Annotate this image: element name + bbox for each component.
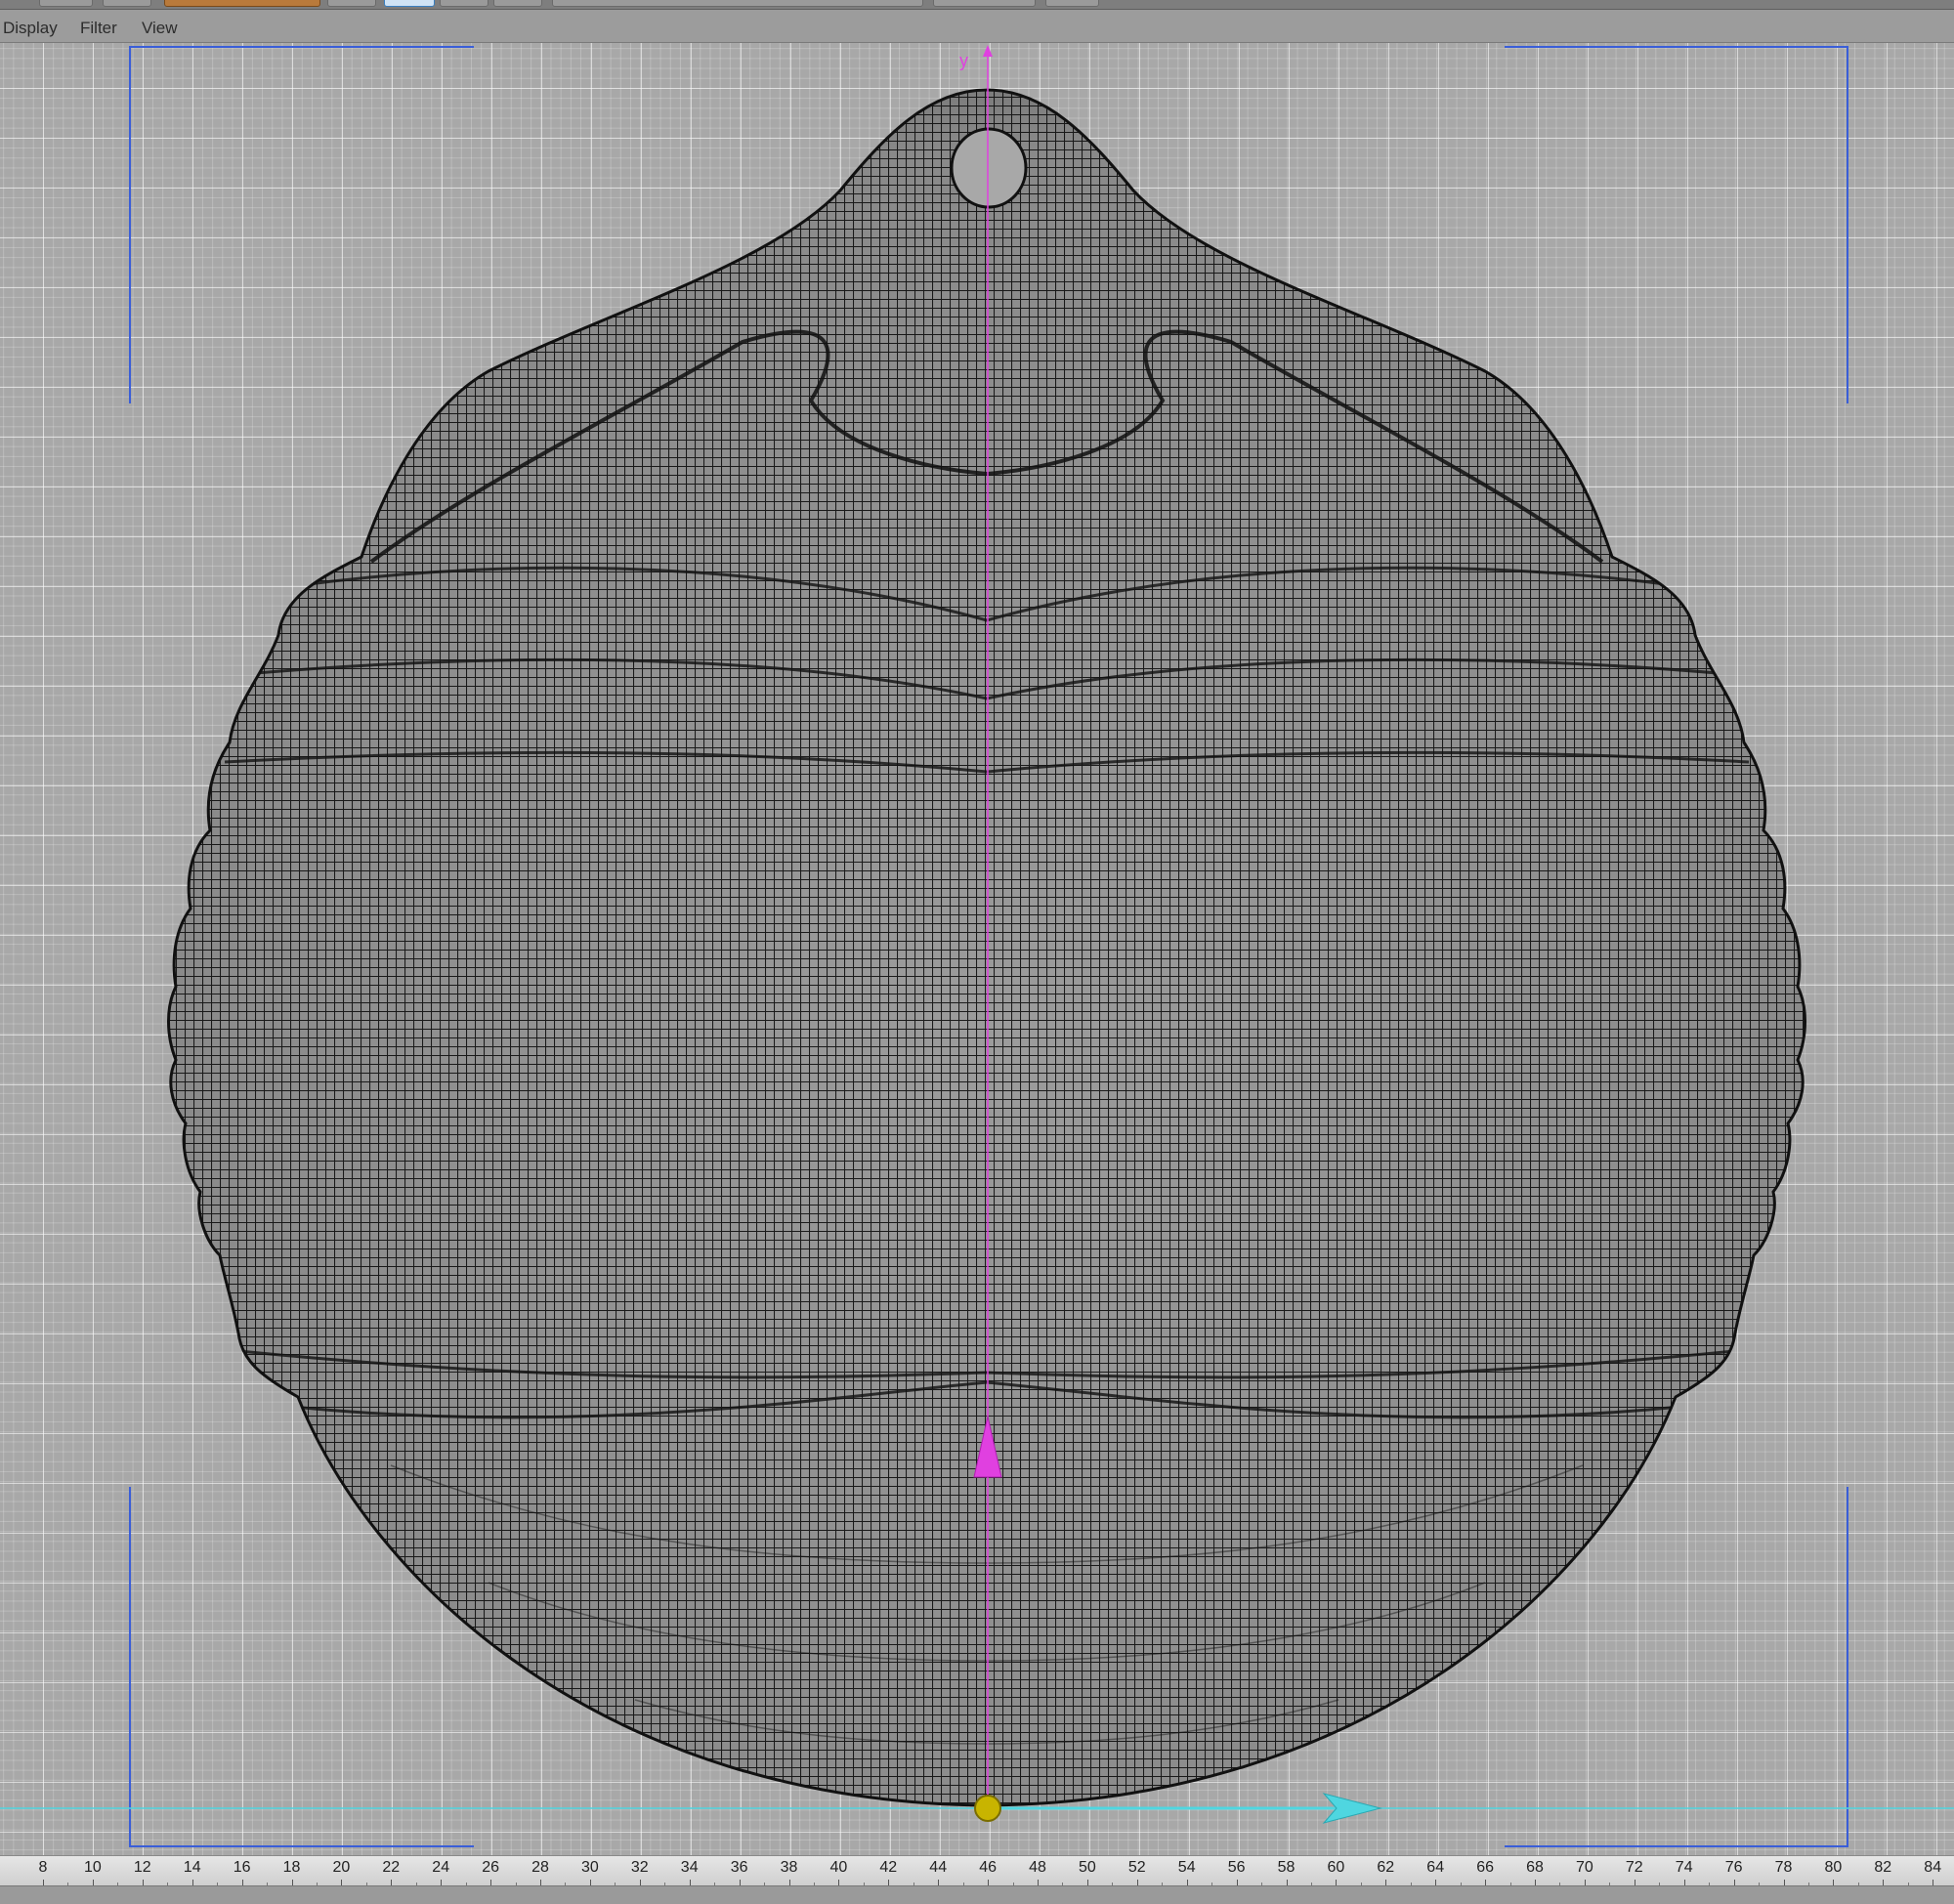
toolbar-button[interactable] [103, 0, 151, 7]
ruler-label: 54 [1177, 1859, 1196, 1876]
ruler-label: 8 [38, 1859, 48, 1876]
ruler-label: 62 [1377, 1859, 1395, 1876]
ruler-label: 48 [1029, 1859, 1046, 1876]
ruler-label: 84 [1924, 1859, 1942, 1876]
ruler-label: 74 [1675, 1859, 1693, 1876]
ruler-label: 58 [1277, 1859, 1296, 1876]
ruler-label: 56 [1227, 1859, 1246, 1876]
ruler-label: 28 [531, 1859, 549, 1876]
toolbar-button-group[interactable] [933, 0, 1036, 7]
ruler-label: 52 [1127, 1859, 1146, 1876]
wireframe-mesh[interactable] [147, 78, 1827, 1827]
ruler-label: 70 [1575, 1859, 1593, 1876]
toolbar [0, 0, 1954, 10]
ruler-label: 12 [133, 1859, 151, 1876]
ruler-label: 22 [382, 1859, 401, 1876]
ruler-label: 64 [1426, 1859, 1445, 1876]
bottom-bar [0, 1885, 1954, 1904]
ruler-label: 36 [730, 1859, 748, 1876]
y-axis-arrow-icon [983, 45, 993, 57]
ruler-label: 20 [332, 1859, 351, 1876]
menu-filter[interactable]: Filter [80, 19, 117, 38]
ruler-label: 66 [1476, 1859, 1494, 1876]
ruler-label: 60 [1327, 1859, 1345, 1876]
viewport-canvas[interactable]: y [0, 43, 1954, 1855]
ruler-label: 46 [979, 1859, 997, 1876]
viewport-menubar: Display Filter View [0, 10, 1954, 43]
ruler-label: 40 [829, 1859, 848, 1876]
ruler-label: 10 [83, 1859, 102, 1876]
ruler-label: 14 [183, 1859, 201, 1876]
ruler-label: 80 [1824, 1859, 1843, 1876]
menu-view[interactable]: View [142, 19, 178, 38]
ruler-label: 68 [1526, 1859, 1544, 1876]
ruler-label: 44 [929, 1859, 948, 1876]
ruler-label: 18 [282, 1859, 301, 1876]
ruler-label: 72 [1625, 1859, 1643, 1876]
toolbar-button[interactable] [39, 0, 93, 7]
ruler-label: 82 [1874, 1859, 1892, 1876]
pivot-point-icon[interactable] [974, 1795, 1001, 1822]
menu-display[interactable]: Display [3, 19, 58, 38]
ruler-label: 38 [780, 1859, 798, 1876]
ruler-label: 24 [432, 1859, 450, 1876]
toolbar-button[interactable] [440, 0, 488, 7]
ruler-label: 50 [1078, 1859, 1096, 1876]
ruler-label: 34 [680, 1859, 699, 1876]
ruler-label: 32 [630, 1859, 649, 1876]
y-axis-label: y [959, 51, 968, 70]
timeline-ruler[interactable]: 8 10 12 14 16 18 20 22 24 26 28 30 32 34 36 38 40 42 44 46 4… [0, 1855, 1954, 1885]
ruler-label: 26 [482, 1859, 499, 1876]
object-mode-buttons[interactable] [164, 0, 320, 7]
ruler-label: 30 [580, 1859, 599, 1876]
ruler-label: 42 [879, 1859, 898, 1876]
toolbar-button[interactable] [327, 0, 376, 7]
select-tool-button[interactable] [384, 0, 435, 7]
ruler-label: 78 [1774, 1859, 1793, 1876]
toolbar-button[interactable] [1045, 0, 1099, 7]
toolbar-button-group[interactable] [552, 0, 923, 7]
ruler-label: 76 [1724, 1859, 1743, 1876]
hang-hole [950, 127, 1028, 209]
ruler-label: 16 [233, 1859, 251, 1876]
toolbar-button[interactable] [493, 0, 542, 7]
